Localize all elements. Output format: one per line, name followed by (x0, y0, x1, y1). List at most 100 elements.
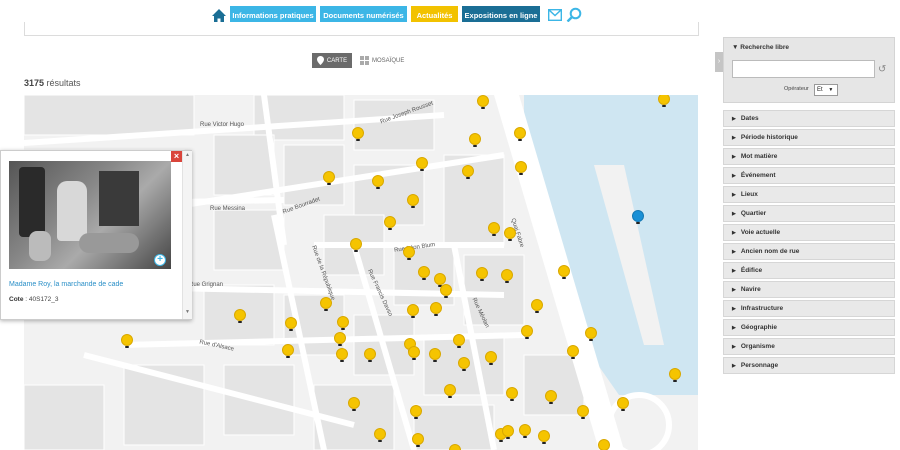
map-marker[interactable] (323, 171, 335, 185)
map-marker[interactable] (410, 405, 422, 419)
facet-item[interactable]: ▶ Ancien nom de rue (723, 243, 895, 260)
collapse-sidebar-tab[interactable]: › (715, 52, 723, 72)
operateur-select[interactable]: Et ▼ (814, 84, 838, 96)
facet-item[interactable]: ▶ Voie actuelle (723, 224, 895, 241)
street-label: Rue Messina (210, 206, 246, 212)
chevron-down-icon: ▼ (732, 44, 739, 51)
chevron-right-icon: ▶ (732, 343, 736, 350)
facet-item[interactable]: ▶ Dates (723, 110, 895, 127)
map-marker[interactable] (285, 317, 297, 331)
map-marker[interactable] (514, 127, 526, 141)
map-marker[interactable] (598, 439, 610, 450)
view-carte-button[interactable]: CARTE (312, 53, 352, 68)
map-marker[interactable] (515, 161, 527, 175)
map-marker[interactable] (418, 266, 430, 280)
map-marker[interactable] (502, 425, 514, 439)
map-marker[interactable] (407, 304, 419, 318)
search-input[interactable] (732, 60, 875, 78)
cote-value: : 40S172_3 (25, 296, 59, 303)
map-marker[interactable] (558, 265, 570, 279)
map-marker[interactable] (453, 334, 465, 348)
map-marker[interactable] (337, 316, 349, 330)
map-marker[interactable] (336, 348, 348, 362)
map-marker[interactable] (334, 332, 346, 346)
photo-shape (79, 233, 139, 253)
reset-icon[interactable]: ↺ (878, 64, 886, 75)
map-marker[interactable] (501, 269, 513, 283)
map-marker[interactable] (488, 222, 500, 236)
facet-item[interactable]: ▶ Édifice (723, 262, 895, 279)
map-marker[interactable] (374, 428, 386, 442)
facet-item[interactable]: ▶ Événement (723, 167, 895, 184)
map-marker[interactable] (462, 165, 474, 179)
facet-item[interactable]: ▶ Navire (723, 281, 895, 298)
map-marker[interactable] (617, 397, 629, 411)
mail-icon[interactable] (548, 9, 562, 21)
map-marker[interactable] (282, 344, 294, 358)
map-marker[interactable] (458, 357, 470, 371)
content-top-box (24, 22, 699, 36)
map-marker[interactable] (372, 175, 384, 189)
facet-label: Édifice (740, 267, 763, 274)
facet-item[interactable]: ▶ Géographie (723, 319, 895, 336)
map-marker[interactable] (469, 133, 481, 147)
map-marker[interactable] (121, 334, 133, 348)
map-marker[interactable] (429, 348, 441, 362)
map-marker[interactable] (519, 424, 531, 438)
map-marker[interactable] (669, 368, 681, 382)
map-marker-selected[interactable] (632, 210, 644, 224)
map-marker[interactable] (412, 433, 424, 447)
recherche-libre-label: Recherche libre (740, 44, 790, 51)
map-marker[interactable] (538, 430, 550, 444)
close-icon[interactable]: × (171, 151, 182, 162)
scroll-down-icon[interactable]: ▼ (185, 309, 190, 315)
facet-item[interactable]: ▶ Quartier (723, 205, 895, 222)
map-marker[interactable] (476, 267, 488, 281)
facet-item[interactable]: ▶ Période historique (723, 129, 895, 146)
chevron-right-icon: ▶ (732, 134, 736, 141)
view-mosaique-button[interactable]: MOSAÏQUE (360, 53, 404, 68)
facet-item[interactable]: ▶ Mot matière (723, 148, 895, 165)
facet-item[interactable]: ▶ Infrastructure (723, 300, 895, 317)
map-marker[interactable] (504, 227, 516, 241)
map-marker[interactable] (416, 157, 428, 171)
results-count: 3175 résultats (24, 78, 81, 88)
plus-icon[interactable]: + (154, 254, 166, 266)
map-marker[interactable] (577, 405, 589, 419)
map-marker[interactable] (477, 95, 489, 109)
facet-item[interactable]: ▶ Organisme (723, 338, 895, 355)
search-icon[interactable] (566, 7, 582, 23)
cote-label: Cote (9, 296, 24, 303)
map-marker[interactable] (506, 387, 518, 401)
map-marker[interactable] (408, 346, 420, 360)
map-marker[interactable] (521, 325, 533, 339)
map-marker[interactable] (449, 444, 461, 450)
map-marker[interactable] (444, 384, 456, 398)
popup-scrollbar[interactable]: ▲ ▼ (182, 151, 192, 319)
map-marker[interactable] (352, 127, 364, 141)
chevron-right-icon: ▶ (732, 115, 736, 122)
popup-title-link[interactable]: Madame Roy, la marchande de cade (9, 281, 123, 288)
map-marker[interactable] (567, 345, 579, 359)
map-marker[interactable] (407, 194, 419, 208)
map-marker[interactable] (430, 302, 442, 316)
map-marker[interactable] (384, 216, 396, 230)
map-marker[interactable] (440, 284, 452, 298)
map-marker[interactable] (234, 309, 246, 323)
results-number: 3175 (24, 78, 45, 88)
map-marker[interactable] (348, 397, 360, 411)
facet-item[interactable]: ▶ Lieux (723, 186, 895, 203)
operateur-value: Et (817, 87, 823, 93)
map-marker[interactable] (403, 246, 415, 260)
map-marker[interactable] (364, 348, 376, 362)
recherche-libre-title[interactable]: ▼ Recherche libre (732, 44, 789, 51)
map-marker[interactable] (545, 390, 557, 404)
map-marker[interactable] (531, 299, 543, 313)
scroll-up-icon[interactable]: ▲ (185, 152, 190, 158)
archive-photo[interactable] (9, 161, 171, 269)
map-marker[interactable] (585, 327, 597, 341)
map-marker[interactable] (350, 238, 362, 252)
facet-item[interactable]: ▶ Personnage (723, 357, 895, 374)
map-marker[interactable] (485, 351, 497, 365)
map-marker[interactable] (320, 297, 332, 311)
